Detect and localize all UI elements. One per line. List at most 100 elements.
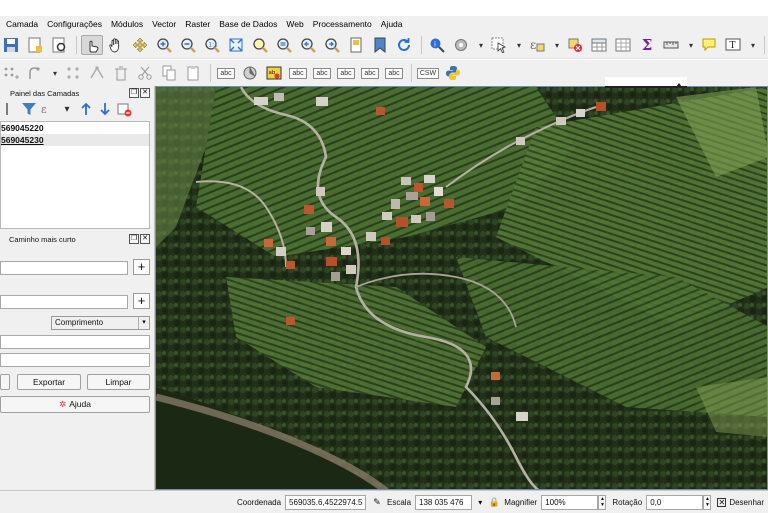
- zoom-last-icon[interactable]: [297, 35, 319, 55]
- new-bookmark-icon[interactable]: [369, 35, 391, 55]
- zoom-native-resolution-icon[interactable]: 1:1: [201, 35, 223, 55]
- scale-field[interactable]: 138 035 476: [415, 494, 473, 510]
- copy-features-icon[interactable]: [158, 63, 180, 83]
- menu-camada[interactable]: Camada: [6, 19, 38, 29]
- magnifier-label: Magnifier: [504, 497, 538, 507]
- zoom-full-icon[interactable]: [225, 35, 247, 55]
- collapse-all-icon[interactable]: [97, 101, 113, 117]
- new-print-composer-icon[interactable]: [24, 35, 46, 55]
- close-panel-button[interactable]: ✕: [140, 234, 150, 244]
- move-label-icon[interactable]: abc: [335, 63, 357, 83]
- pin-labels-icon[interactable]: ab: [263, 63, 285, 83]
- python-console-icon[interactable]: [442, 63, 464, 83]
- lock-scale-icon[interactable]: 🔒: [488, 495, 500, 509]
- cut-features-icon[interactable]: [134, 63, 156, 83]
- curve-tool-icon[interactable]: [24, 63, 46, 83]
- help-button-label: Ajuda: [69, 399, 91, 409]
- chevron-down-icon[interactable]: ▾: [48, 63, 62, 83]
- menu-vector[interactable]: Vector: [152, 19, 176, 29]
- deselect-features-icon[interactable]: [564, 35, 586, 55]
- menu-web[interactable]: Web: [286, 19, 303, 29]
- menu-ajuda[interactable]: Ajuda: [381, 19, 403, 29]
- chevron-down-icon[interactable]: ▾: [746, 35, 760, 55]
- filter-legend-icon[interactable]: [21, 101, 37, 117]
- rotation-spinner[interactable]: ▲ ▼: [703, 494, 712, 510]
- toggle-extents-icon[interactable]: ✎: [370, 495, 384, 509]
- layers-panel-title: Painel das Camadas: [10, 88, 80, 98]
- map-canvas[interactable]: [155, 86, 768, 490]
- float-panel-button[interactable]: ❐: [129, 88, 139, 98]
- export-button[interactable]: Exportar: [17, 374, 81, 390]
- refresh-icon[interactable]: [393, 35, 415, 55]
- menu-processamento[interactable]: Processamento: [313, 19, 372, 29]
- select-by-expression-icon[interactable]: ε: [526, 35, 548, 55]
- zoom-out-icon[interactable]: [177, 35, 199, 55]
- zoom-in-icon[interactable]: [153, 35, 175, 55]
- zoom-next-icon[interactable]: [321, 35, 343, 55]
- expand-all-icon[interactable]: [78, 101, 94, 117]
- menu-configuracoes[interactable]: Configurações: [47, 19, 102, 29]
- close-panel-button[interactable]: ✕: [140, 88, 150, 98]
- coordinate-field[interactable]: 569035.6,4522974.5: [285, 494, 366, 510]
- remove-layer-icon[interactable]: [116, 101, 132, 117]
- filter-by-expression-icon[interactable]: ε: [40, 101, 56, 117]
- menu-raster[interactable]: Raster: [185, 19, 210, 29]
- end-point-field[interactable]: [0, 295, 128, 309]
- label-tool-icon[interactable]: abc: [215, 63, 237, 83]
- calculate-button[interactable]: [0, 374, 10, 390]
- highlight-pinned-labels-icon[interactable]: abc: [287, 63, 309, 83]
- zoom-to-selection-icon[interactable]: [249, 35, 271, 55]
- pan-map-icon[interactable]: [105, 35, 127, 55]
- delete-selected-icon[interactable]: [110, 63, 132, 83]
- open-attribute-table-icon[interactable]: [588, 35, 610, 55]
- layer-item[interactable]: 569045220: [1, 122, 149, 134]
- composer-manager-icon[interactable]: [48, 35, 70, 55]
- run-feature-action-icon[interactable]: [450, 35, 472, 55]
- pan-to-selection-icon[interactable]: [129, 35, 151, 55]
- chevron-down-icon[interactable]: ▾: [474, 35, 488, 55]
- new-map-view-icon[interactable]: [345, 35, 367, 55]
- move-feature-icon[interactable]: [62, 63, 84, 83]
- layer-labeling-options-icon[interactable]: [239, 63, 261, 83]
- csw-metasearch-icon[interactable]: CSW: [416, 63, 440, 83]
- coordinate-label: Coordenada: [237, 497, 282, 507]
- style-manager-icon[interactable]: [2, 101, 18, 117]
- zoom-to-layer-icon[interactable]: [273, 35, 295, 55]
- chevron-down-icon[interactable]: ▾: [684, 35, 698, 55]
- float-panel-button[interactable]: ❐: [129, 234, 139, 244]
- chevron-down-icon[interactable]: ▾: [59, 101, 75, 117]
- menu-modulos[interactable]: Módulos: [111, 19, 143, 29]
- select-features-icon[interactable]: [488, 35, 510, 55]
- touch-zoom-pan-icon[interactable]: [81, 35, 103, 55]
- rotation-field[interactable]: 0,0: [646, 494, 704, 510]
- paste-features-icon[interactable]: [182, 63, 204, 83]
- show-hide-labels-icon[interactable]: abc: [311, 63, 333, 83]
- start-point-field[interactable]: [0, 261, 128, 275]
- rotate-label-icon[interactable]: abc: [359, 63, 381, 83]
- rotation-label: Rotação: [612, 497, 643, 507]
- magnifier-field[interactable]: 100%: [541, 494, 599, 510]
- map-tips-icon[interactable]: [698, 35, 720, 55]
- scale-bar-tick: [676, 83, 682, 87]
- text-annotation-icon[interactable]: T: [722, 35, 744, 55]
- capture-start-point-button[interactable]: +: [133, 259, 150, 275]
- field-calculator-icon[interactable]: [612, 35, 634, 55]
- statistical-summary-icon[interactable]: Σ: [636, 35, 658, 55]
- menu-base-de-dados[interactable]: Base de Dados: [219, 19, 277, 29]
- save-project-icon[interactable]: [0, 35, 22, 55]
- criterion-select[interactable]: Comprimento ▾: [51, 316, 150, 330]
- magnifier-spinner[interactable]: ▲ ▼: [598, 494, 607, 510]
- add-circular-string-icon[interactable]: [0, 63, 22, 83]
- identify-features-icon[interactable]: i: [426, 35, 448, 55]
- chevron-down-icon[interactable]: ▾: [474, 495, 486, 509]
- capture-end-point-button[interactable]: +: [133, 293, 150, 309]
- render-checkbox[interactable]: ✕: [717, 497, 727, 507]
- clear-button[interactable]: Limpar: [87, 374, 150, 390]
- layer-item[interactable]: 569045230: [1, 134, 149, 146]
- help-button[interactable]: ✲ Ajuda: [0, 396, 150, 413]
- chevron-down-icon[interactable]: ▾: [512, 35, 526, 55]
- measure-line-icon[interactable]: [660, 35, 682, 55]
- change-label-icon[interactable]: abc: [383, 63, 405, 83]
- node-tool-icon[interactable]: [86, 63, 108, 83]
- chevron-down-icon[interactable]: ▾: [550, 35, 564, 55]
